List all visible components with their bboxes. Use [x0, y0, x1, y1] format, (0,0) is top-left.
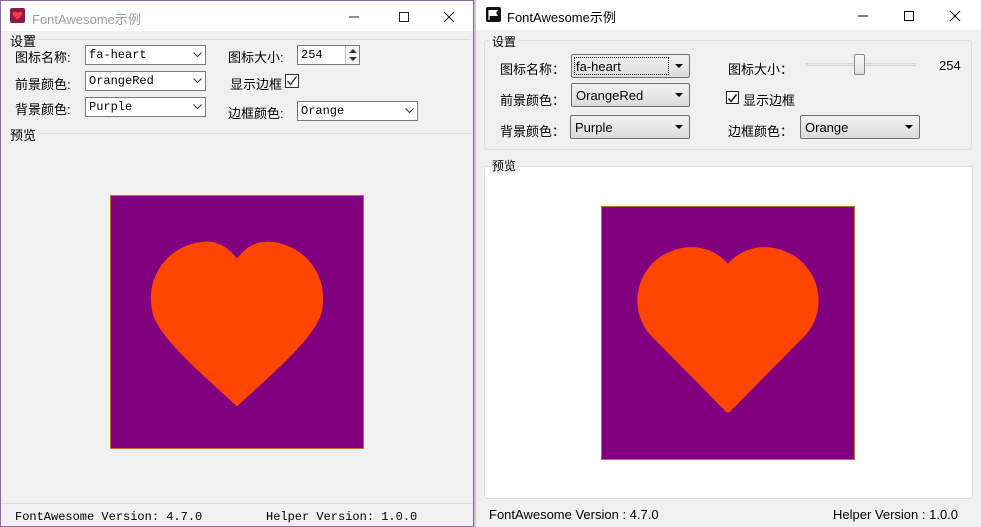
border-color-value: Orange	[301, 104, 345, 118]
background-color-value: Purple	[89, 100, 133, 114]
chevron-down-icon	[675, 93, 683, 97]
heart-icon	[10, 8, 25, 23]
icon-preview	[601, 206, 855, 460]
chevron-down-icon	[193, 52, 202, 58]
foreground-color-combobox[interactable]: OrangeRed	[571, 83, 690, 107]
preview-divider	[37, 133, 471, 134]
icon-size-value: 254	[301, 48, 323, 62]
heart-icon	[150, 241, 324, 407]
chevron-down-icon	[193, 104, 202, 110]
icon-size-label: 图标大小：	[728, 62, 794, 77]
minimize-button[interactable]	[331, 1, 377, 31]
settings-groupbox-label: 设置	[490, 33, 519, 50]
spin-buttons[interactable]	[345, 46, 359, 64]
icon-preview	[110, 195, 364, 449]
chevron-down-icon	[675, 125, 683, 129]
background-color-label: 背景颜色：	[500, 124, 566, 139]
icon-size-slider-thumb[interactable]	[853, 54, 865, 75]
window-title: FontAwesome示例	[507, 10, 616, 25]
chevron-down-icon	[675, 64, 683, 68]
chevron-down-icon	[193, 78, 202, 84]
heart-icon	[637, 247, 819, 413]
chevron-down-icon	[905, 125, 913, 129]
close-button[interactable]	[932, 0, 978, 30]
show-border-label: 显示边框	[230, 77, 283, 92]
foreground-color-combobox[interactable]: OrangeRed	[85, 71, 206, 91]
status-divider	[1, 503, 473, 504]
border-color-label: 边框颜色:	[228, 106, 284, 121]
checkmark-icon	[727, 94, 738, 103]
foreground-color-value: OrangeRed	[576, 88, 644, 103]
icon-name-combobox[interactable]: fa-heart	[85, 45, 206, 65]
icon-size-spinbox[interactable]: 254	[297, 45, 360, 65]
fontawesome-version-text: FontAwesome Version: 4.7.0	[15, 510, 203, 524]
border-color-value: Orange	[805, 120, 849, 135]
icon-size-label: 图标大小:	[228, 50, 284, 65]
right-window: FontAwesome示例 设置 图标名称： fa-heart 图标大小： 25…	[476, 0, 981, 527]
right-titlebar[interactable]: FontAwesome示例	[476, 0, 981, 30]
helper-version-text: Helper Version: 1.0.0	[266, 510, 418, 524]
border-color-combobox[interactable]: Orange	[800, 115, 920, 139]
preview-groupbox-label: 预览	[9, 125, 38, 144]
icon-name-label: 图标名称:	[15, 50, 71, 65]
background-color-combobox[interactable]: Purple	[85, 97, 206, 117]
settings-divider	[37, 39, 471, 40]
border-color-combobox[interactable]: Orange	[297, 101, 418, 121]
background-color-value: Purple	[575, 120, 613, 135]
left-titlebar[interactable]: FontAwesome示例	[1, 1, 473, 31]
spin-up-icon[interactable]	[349, 49, 357, 53]
icon-size-value: 254	[939, 58, 961, 73]
close-button[interactable]	[426, 1, 472, 31]
icon-name-label: 图标名称：	[500, 62, 566, 77]
window-title: FontAwesome示例	[32, 12, 141, 27]
minimize-button[interactable]	[840, 0, 886, 30]
icon-name-value: fa-heart	[576, 59, 621, 74]
background-color-combobox[interactable]: Purple	[570, 115, 690, 139]
chevron-down-icon	[405, 108, 414, 114]
maximize-button[interactable]	[886, 0, 932, 30]
foreground-color-label: 前景颜色:	[15, 77, 71, 92]
show-border-label: 显示边框	[743, 93, 796, 108]
spin-down-icon[interactable]	[349, 57, 357, 61]
border-color-label: 边框颜色：	[728, 124, 794, 139]
icon-name-value: fa-heart	[89, 48, 147, 62]
checkmark-icon	[287, 76, 297, 86]
left-window: FontAwesome示例 设置 图标名称: fa-heart 图标大小: 25…	[0, 0, 474, 527]
preview-groupbox-label: 预览	[490, 157, 519, 174]
background-color-label: 背景颜色:	[15, 102, 71, 117]
helper-version-text: Helper Version : 1.0.0	[833, 507, 959, 522]
show-border-checkbox[interactable]	[285, 74, 299, 88]
maximize-button[interactable]	[381, 1, 427, 31]
fontawesome-version-text: FontAwesome Version : 4.7.0	[489, 507, 659, 522]
flag-icon	[486, 7, 501, 22]
foreground-color-label: 前景颜色：	[500, 93, 566, 108]
show-border-checkbox[interactable]	[726, 91, 739, 104]
icon-name-combobox[interactable]: fa-heart	[571, 54, 690, 78]
foreground-color-value: OrangeRed	[89, 74, 154, 88]
